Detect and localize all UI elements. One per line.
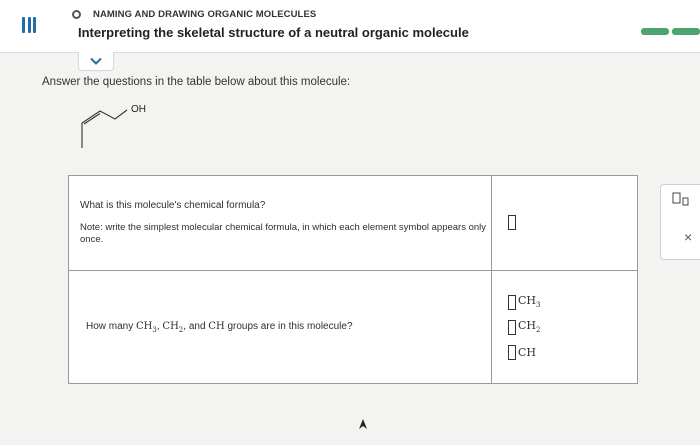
chevron-down-icon: [90, 57, 102, 65]
question-2-text: How many CH3, CH2, and CH groups are in …: [86, 320, 353, 334]
mouse-cursor-icon: [359, 419, 367, 429]
topic-text: NAMING AND DRAWING ORGANIC MOLECULES: [93, 9, 317, 20]
instructions-text: Answer the questions in the table below …: [42, 76, 351, 88]
hamburger-icon[interactable]: [22, 17, 36, 33]
question-cell: What is this molecule's chemical formula…: [68, 175, 492, 271]
progress-indicator: [641, 28, 700, 35]
subscript-template-icon[interactable]: [672, 192, 690, 206]
page-title: Interpreting the skeletal structure of a…: [78, 25, 469, 40]
answer-cell: [491, 175, 638, 271]
topic-label: NAMING AND DRAWING ORGANIC MOLECULES: [72, 9, 317, 20]
answer-cell: CH3 CH2 CH: [491, 270, 638, 384]
table-row: How many CH3, CH2, and CH groups are in …: [68, 270, 638, 384]
circle-icon: [72, 10, 81, 19]
ch3-count-row: CH3: [508, 292, 637, 312]
question-table: What is this molecule's chemical formula…: [68, 175, 638, 384]
oh-label: OH: [131, 104, 146, 115]
ch-count-input[interactable]: [508, 344, 516, 360]
close-icon[interactable]: ×: [684, 229, 692, 245]
molecule-structure: OH: [81, 104, 146, 148]
ch2-count-row: CH2: [508, 317, 637, 337]
ch-count-row: CH: [508, 342, 637, 362]
question-cell: How many CH3, CH2, and CH groups are in …: [68, 270, 492, 384]
header-bar: NAMING AND DRAWING ORGANIC MOLECULES Int…: [0, 0, 700, 53]
table-row: What is this molecule's chemical formula…: [68, 175, 638, 271]
formula-input[interactable]: [508, 215, 516, 231]
ch2-count-input[interactable]: [508, 319, 516, 335]
question-1-text: What is this molecule's chemical formula…: [80, 200, 266, 211]
question-1-note: Note: write the simplest molecular chemi…: [80, 222, 487, 245]
collapse-button[interactable]: [78, 52, 114, 71]
ch3-count-input[interactable]: [508, 294, 516, 310]
